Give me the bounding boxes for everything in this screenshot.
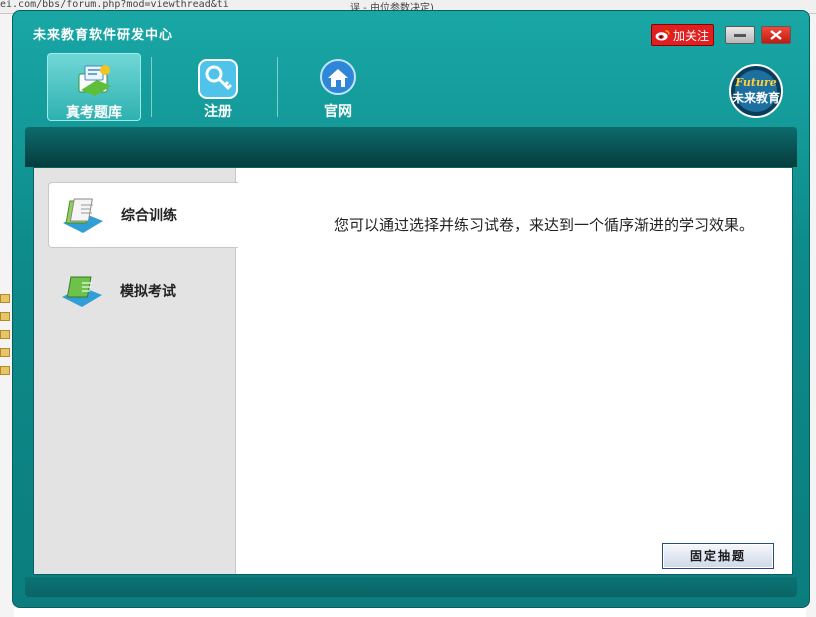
content-header-bar (25, 127, 797, 167)
content-panel: 综合训练 模拟考试 您可以通过选择并练习试卷，来达到一个循序渐进的学习效果。 固… (33, 167, 793, 575)
home-icon (320, 59, 356, 95)
exam-book-icon (62, 276, 102, 307)
folder-icon (0, 312, 10, 321)
close-icon (770, 30, 782, 40)
books-icon (63, 198, 103, 233)
weibo-follow-label: 加关注 (673, 28, 710, 43)
logo-text-top: Future (734, 76, 777, 89)
minimize-button[interactable] (725, 26, 755, 44)
sidebar: 综合训练 模拟考试 (34, 168, 238, 574)
window-title: 未来教育软件研发中心 (33, 28, 174, 43)
nav-register-label: 注册 (204, 104, 232, 120)
sidebar-item-comprehensive-training[interactable]: 综合训练 (48, 182, 238, 248)
close-button[interactable] (761, 26, 791, 44)
top-navigation: 真考题库 注册 官网 Future 未来教育 (25, 53, 801, 127)
folder-icon (0, 366, 10, 375)
weibo-follow-button[interactable]: 加关注 (651, 24, 714, 46)
folder-icon (0, 330, 10, 339)
sidebar-item-label: 综合训练 (121, 208, 177, 224)
folder-icon (0, 348, 10, 357)
weibo-icon (655, 30, 670, 41)
nav-divider (151, 57, 152, 117)
nav-exam-bank-label: 真考题库 (66, 105, 122, 121)
window-bottom-bar (25, 577, 797, 597)
logo-text-bottom: 未来教育 (731, 90, 780, 105)
nav-divider (277, 57, 278, 117)
nav-official-site[interactable]: 官网 (291, 53, 385, 121)
future-education-logo: Future 未来教育 (729, 64, 783, 118)
description-text: 您可以通过选择并练习试卷，来达到一个循序渐进的学习效果。 (334, 216, 755, 234)
background-url-text: ei.com/bbs/forum.php?mod=viewthread&ti (0, 0, 229, 10)
nav-register[interactable]: 注册 (171, 53, 265, 121)
sidebar-item-label: 模拟考试 (120, 284, 176, 300)
folder-icon (0, 294, 10, 303)
exam-bank-icon (78, 65, 111, 96)
sidebar-item-mock-exam[interactable]: 模拟考试 (48, 258, 238, 324)
key-icon (198, 59, 238, 99)
fixed-draw-button[interactable]: 固定抽题 (662, 543, 774, 569)
app-window: 未来教育软件研发中心 加关注 真考题库 注册 官网 Future 未来教育 综合… (12, 10, 810, 608)
nav-official-site-label: 官网 (324, 104, 352, 120)
nav-exam-bank[interactable]: 真考题库 (47, 53, 141, 121)
